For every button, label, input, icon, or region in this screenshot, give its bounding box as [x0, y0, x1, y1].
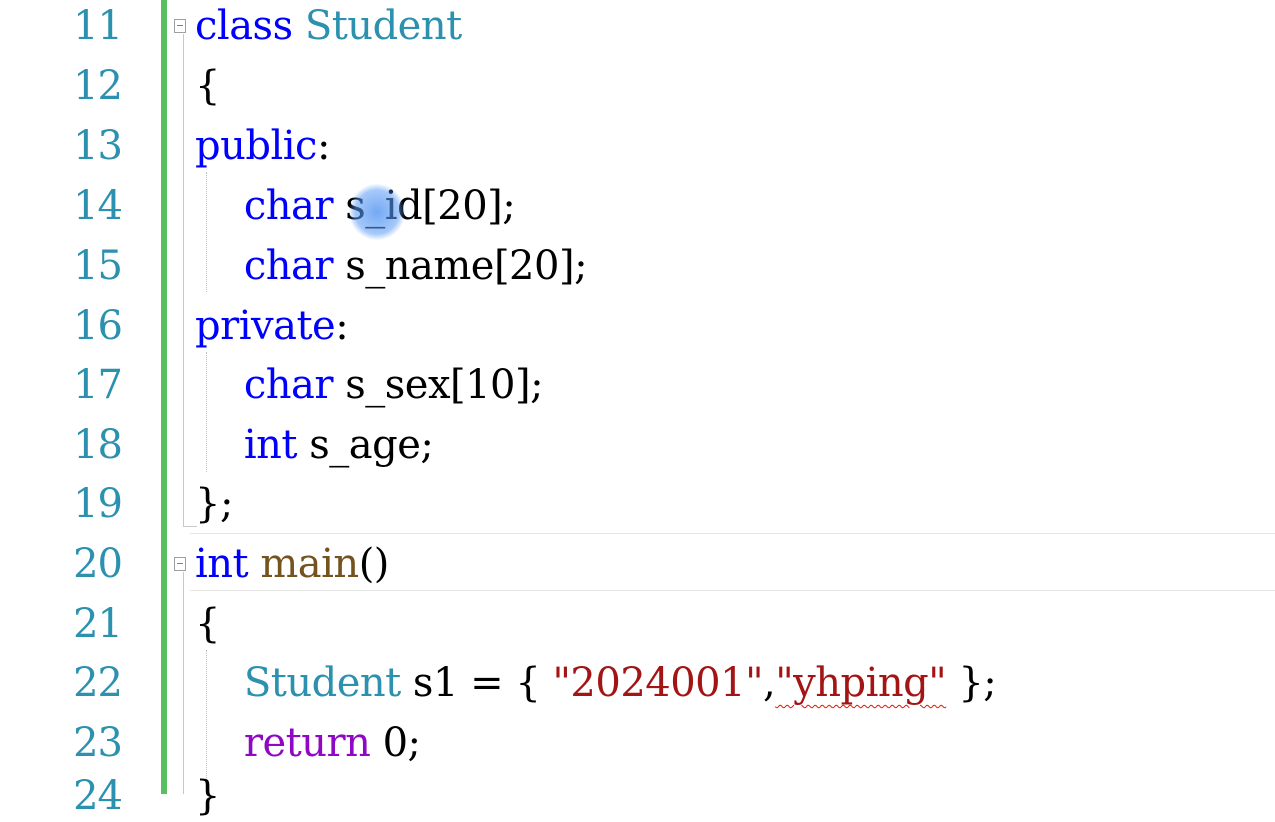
line-number-gutter: 11 12 13 14 15 16 17 18 19 20 21 22 23 2…	[0, 0, 130, 818]
code-line-17[interactable]: char s_sex[10];	[195, 362, 544, 411]
line-number: 11	[73, 3, 123, 49]
code-editor[interactable]: 11 12 13 14 15 16 17 18 19 20 21 22 23 2…	[0, 0, 1275, 818]
code-line-22[interactable]: Student s1 = { "2024001","yhping" };	[195, 660, 997, 709]
code-line-15[interactable]: char s_name[20];	[195, 243, 588, 292]
line-number: 16	[73, 303, 123, 349]
punctuation: };	[946, 660, 997, 706]
string-literal: "2024001"	[552, 660, 764, 706]
keyword: char	[243, 243, 334, 289]
line-number: 13	[73, 123, 123, 169]
code-line-19[interactable]: };	[195, 482, 233, 530]
collapse-toggle-icon[interactable]	[174, 557, 186, 571]
line-number: 19	[73, 481, 123, 527]
function-separator	[190, 533, 1275, 534]
keyword: int	[195, 541, 249, 587]
line-number: 18	[73, 422, 123, 468]
punctuation: {	[195, 601, 220, 647]
code-line-18[interactable]: int s_age;	[195, 422, 434, 471]
punctuation: {	[195, 63, 220, 109]
line-number: 24	[73, 773, 123, 819]
declaration: s_name[20];	[333, 243, 588, 289]
line-number: 17	[73, 362, 123, 408]
line-number: 23	[73, 720, 123, 766]
keyword: public	[195, 123, 317, 169]
class-name: Student	[304, 3, 462, 49]
code-line-11[interactable]: class Student	[195, 4, 462, 52]
code-line-12[interactable]: {	[195, 64, 220, 112]
line-number: 14	[73, 183, 123, 229]
line-number: 12	[73, 63, 123, 109]
code-line-23[interactable]: return 0;	[195, 721, 421, 769]
keyword: char	[243, 362, 334, 408]
fold-guide-line	[183, 34, 184, 526]
fold-guide-line	[183, 572, 184, 794]
code-line-21[interactable]: {	[195, 602, 220, 650]
keyword: class	[195, 3, 293, 49]
line-number: 22	[73, 660, 123, 706]
mouse-cursor-icon	[349, 184, 405, 240]
punctuation: :	[316, 123, 330, 169]
keyword: int	[243, 422, 298, 468]
code-line-24[interactable]: }	[195, 774, 220, 822]
punctuation: ()	[358, 541, 390, 587]
punctuation: };	[195, 481, 233, 527]
keyword: private	[195, 303, 336, 349]
punctuation: }	[195, 773, 220, 819]
line-number: 21	[73, 601, 123, 647]
keyword: return	[243, 720, 371, 766]
function-separator	[190, 590, 1275, 591]
function-name: main	[260, 541, 359, 587]
declaration: s_sex[10];	[333, 362, 544, 408]
string-literal-error[interactable]: "yhping"	[775, 660, 946, 706]
line-number: 15	[73, 243, 123, 289]
declaration: s_age;	[297, 422, 434, 468]
punctuation: :	[335, 303, 349, 349]
statement: 0;	[370, 720, 421, 766]
keyword: char	[243, 183, 334, 229]
code-line-13[interactable]: public:	[195, 124, 330, 172]
collapse-toggle-icon[interactable]	[174, 19, 186, 33]
change-tracking-bar	[161, 0, 167, 794]
line-number: 20	[73, 541, 123, 587]
expression: s1 = {	[400, 660, 553, 706]
code-line-16[interactable]: private:	[195, 303, 349, 352]
type-name: Student	[243, 660, 401, 706]
punctuation: ,	[762, 660, 776, 706]
code-line-20[interactable]: int main()	[195, 542, 389, 590]
